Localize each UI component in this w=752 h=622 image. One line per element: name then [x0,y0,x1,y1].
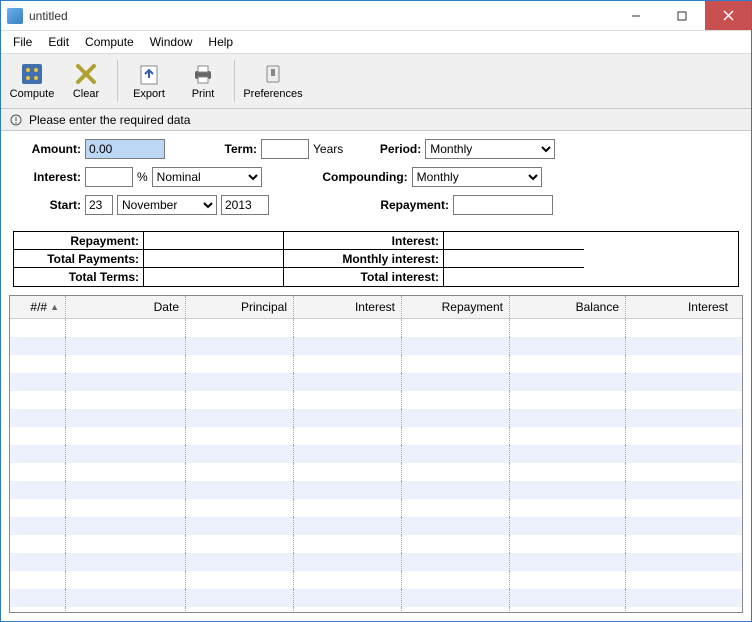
sort-asc-icon: ▲ [50,302,59,312]
toolbar: Compute Clear Export Print Prefere [1,53,751,109]
summary-monthly-interest-value [444,250,584,268]
period-select[interactable]: Monthly [425,139,555,159]
amount-input[interactable] [85,139,165,159]
start-label: Start: [13,198,85,212]
titlebar: untitled [1,1,751,31]
menubar: File Edit Compute Window Help [1,31,751,53]
col-principal[interactable]: Principal [186,296,294,318]
table-row [10,517,742,535]
col-interest2[interactable]: Interest [626,296,734,318]
compute-button[interactable]: Compute [5,56,59,106]
print-icon [191,62,215,86]
col-repayment[interactable]: Repayment [402,296,510,318]
table-row [10,355,742,373]
col-interest[interactable]: Interest [294,296,402,318]
menu-window[interactable]: Window [142,33,201,51]
compounding-select[interactable]: Monthly [412,167,542,187]
summary-total-terms-value [144,268,284,286]
maximize-icon [677,11,687,21]
clear-label: Clear [73,88,99,100]
table-row [10,427,742,445]
preferences-icon [261,62,285,86]
summary-interest-value [444,232,584,250]
table-row [10,445,742,463]
window-title: untitled [29,9,613,23]
preferences-button[interactable]: Preferences [239,56,307,106]
col-index[interactable]: #/#▲ [10,296,66,318]
interest-type-select[interactable]: Nominal [152,167,262,187]
table-row [10,589,742,607]
start-year-input[interactable] [221,195,269,215]
export-icon [137,62,161,86]
term-label: Term: [213,142,261,156]
compute-label: Compute [10,88,55,100]
table-row [10,337,742,355]
compounding-label: Compounding: [312,170,412,184]
table-row [10,463,742,481]
term-input[interactable] [261,139,309,159]
table-row [10,481,742,499]
table-row [10,571,742,589]
repayment-label: Repayment: [369,198,453,212]
summary-total-terms-label: Total Terms: [14,268,144,286]
status-message: Please enter the required data [29,113,190,127]
table-row [10,319,742,337]
interest-label: Interest: [13,170,85,184]
amount-label: Amount: [13,142,85,156]
app-icon [7,8,23,24]
summary-total-interest-label: Total interest: [284,268,444,286]
close-icon [723,10,734,21]
app-window: untitled File Edit Compute Window Help C… [0,0,752,622]
summary-total-payments-value [144,250,284,268]
start-month-select[interactable]: November [117,195,217,215]
summary-total-interest-value [444,268,584,286]
menu-compute[interactable]: Compute [77,33,142,51]
close-button[interactable] [705,1,751,30]
minimize-button[interactable] [613,1,659,30]
grid-header: #/#▲ Date Principal Interest Repayment B… [10,296,742,319]
print-label: Print [192,88,215,100]
input-form: Amount: Term: Years Period: Monthly Inte… [1,131,751,227]
amortization-grid: #/#▲ Date Principal Interest Repayment B… [9,295,743,613]
clear-button[interactable]: Clear [59,56,113,106]
interest-input[interactable] [85,167,133,187]
compute-icon [20,62,44,86]
preferences-label: Preferences [243,88,302,100]
menu-help[interactable]: Help [200,33,241,51]
print-button[interactable]: Print [176,56,230,106]
maximize-button[interactable] [659,1,705,30]
table-row [10,373,742,391]
warning-icon [9,113,23,127]
col-balance[interactable]: Balance [510,296,626,318]
col-date[interactable]: Date [66,296,186,318]
window-controls [613,1,751,30]
table-row [10,391,742,409]
menu-edit[interactable]: Edit [40,33,77,51]
export-button[interactable]: Export [122,56,176,106]
start-day-input[interactable] [85,195,113,215]
summary-total-payments-label: Total Payments: [14,250,144,268]
table-row [10,499,742,517]
summary-table: Repayment: Interest: Total Payments: Mon… [13,231,739,287]
interest-unit: % [137,170,148,184]
grid-body[interactable] [10,319,742,612]
clear-icon [74,62,98,86]
toolbar-separator [234,60,235,102]
toolbar-separator [117,60,118,102]
table-row [10,535,742,553]
table-row [10,553,742,571]
table-row [10,607,742,612]
summary-monthly-interest-label: Monthly interest: [284,250,444,268]
repayment-input[interactable] [453,195,553,215]
menu-file[interactable]: File [5,33,40,51]
summary-repayment-label: Repayment: [14,232,144,250]
term-unit: Years [313,142,343,156]
minimize-icon [631,11,641,21]
status-bar: Please enter the required data [1,109,751,131]
export-label: Export [133,88,165,100]
summary-interest-label: Interest: [284,232,444,250]
summary-repayment-value [144,232,284,250]
table-row [10,409,742,427]
period-label: Period: [373,142,425,156]
